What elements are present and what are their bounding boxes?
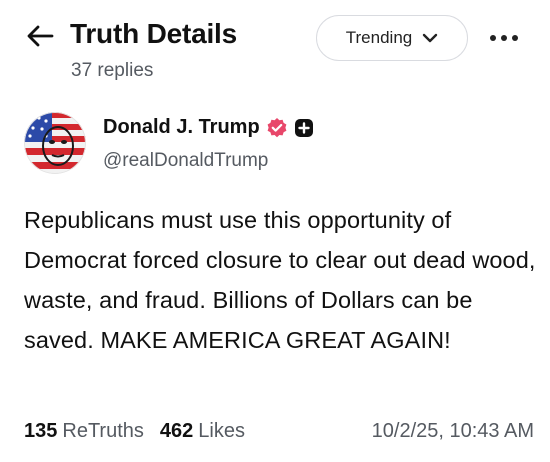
likes-count: 462 [159,420,194,442]
retruths-count: 135 [24,420,58,442]
reply-count: 37 replies [71,60,154,81]
page-title: Truth Details [70,18,237,49]
retruths-label: ReTruths [62,420,144,442]
post-text: Republicans must use this opportunity of… [24,207,536,353]
post-stats: 135 ReTruths 462 Likes 10/2/25, 10:43 AM [24,420,534,443]
avatar-image [24,112,86,174]
verified-badge-icon [266,117,288,139]
arrow-left-icon [27,25,54,47]
likes-stat[interactable]: 462 Likes [160,420,245,443]
chevron-down-icon [423,33,438,43]
post-timestamp: 10/2/25, 10:43 AM [371,420,534,442]
sort-dropdown-label: Trending [345,28,413,47]
more-horizontal-icon [490,35,518,41]
back-button[interactable] [24,22,56,50]
author-handle[interactable]: @realDonaldTrump [103,150,268,172]
author-name[interactable]: Donald J. Trump [103,116,314,139]
likes-label: Likes [198,420,245,442]
avatar[interactable] [24,112,86,174]
truth-details-page: Truth Details 37 replies Trending Donald… [0,0,550,462]
more-options-button[interactable] [488,26,520,50]
retruths-stat[interactable]: 135 ReTruths [24,420,144,443]
author-name-text: Donald J. Trump [103,116,260,138]
plus-badge-icon [294,118,314,138]
sort-dropdown[interactable]: Trending [316,15,468,61]
